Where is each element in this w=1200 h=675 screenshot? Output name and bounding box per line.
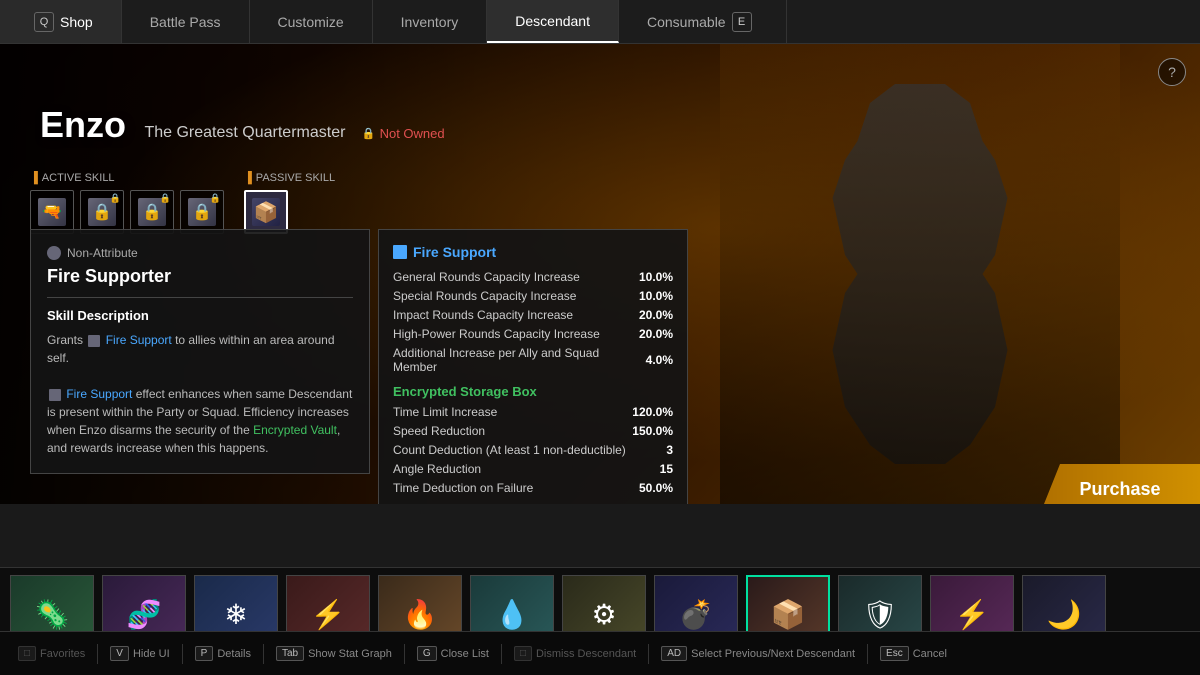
nav-tab-descendant-label: Descendant <box>515 13 590 29</box>
nav-key-q: Q <box>34 12 54 32</box>
skill-description: Grants Fire Support to allies within an … <box>47 331 353 457</box>
passive-skill-label: Passive Skill <box>244 172 335 184</box>
nav-tab-shop-label: Shop <box>60 14 93 30</box>
nav-key-e: E <box>732 12 752 32</box>
fire-support-icon-inline <box>88 335 100 347</box>
nav-tab-descendant[interactable]: Descendant <box>487 0 619 43</box>
status-details: P Details <box>187 646 259 661</box>
top-navigation: Q Shop Battle Pass Customize Inventory D… <box>0 0 1200 44</box>
passive-skill-1[interactable]: 📦 <box>244 190 288 234</box>
stat-panel: Fire Support General Rounds Capacity Inc… <box>378 229 688 504</box>
active-skill-group: Active Skill 🔫 🔒 🔒 🔒 🔒 🔒 🔒 <box>30 172 224 234</box>
status-select-prev-next: AD Select Previous/Next Descendant <box>653 646 863 661</box>
nav-tab-inventory[interactable]: Inventory <box>373 0 488 43</box>
stat-row-4: High-Power Rounds Capacity Increase 20.0… <box>393 327 673 341</box>
help-button[interactable]: ? <box>1158 58 1186 86</box>
status-favorites: □ Favorites <box>10 646 93 661</box>
active-skill-label: Active Skill <box>30 172 224 184</box>
status-cancel: Esc Cancel <box>872 646 955 661</box>
hide-ui-label: Hide UI <box>133 648 170 660</box>
active-skill-4[interactable]: 🔒 🔒 <box>180 190 224 234</box>
nav-tab-inventory-label: Inventory <box>401 14 459 30</box>
close-list-label: Close List <box>441 648 489 660</box>
hero-figure <box>720 44 1120 504</box>
stat-graph-label: Show Stat Graph <box>308 648 392 660</box>
favorites-key: □ <box>18 646 36 661</box>
enc-stat-row-5: Time Deduction on Failure 50.0% <box>393 481 673 495</box>
stat-graph-key: Tab <box>276 646 304 661</box>
dismiss-key: □ <box>514 646 532 661</box>
select-key-ad: AD <box>661 646 687 661</box>
skill-attribute: Non-Attribute <box>47 246 353 260</box>
fire-support-link-1: Fire Support <box>106 333 172 347</box>
nav-tab-customize[interactable]: Customize <box>250 0 373 43</box>
character-silhouette <box>795 84 1045 464</box>
details-label: Details <box>217 648 251 660</box>
active-skill-2[interactable]: 🔒 🔒 <box>80 190 124 234</box>
nav-tab-shop[interactable]: Q Shop <box>0 0 122 43</box>
purchase-label-partial: Purchase <box>1079 479 1160 500</box>
details-key: P <box>195 646 214 661</box>
close-list-key: G <box>417 646 437 661</box>
character-name: Enzo <box>40 104 126 145</box>
nav-tab-battlepass-label: Battle Pass <box>150 14 221 30</box>
fire-support-icon-2 <box>49 389 61 401</box>
attribute-label: Non-Attribute <box>67 246 138 260</box>
enc-stat-row-1: Time Limit Increase 120.0% <box>393 405 673 419</box>
fire-support-icon <box>393 245 407 259</box>
cancel-label: Cancel <box>913 648 947 660</box>
dismiss-label: Dismiss Descendant <box>536 648 636 660</box>
skill-desc-label: Skill Description <box>47 308 353 323</box>
enc-stat-row-2: Speed Reduction 150.0% <box>393 424 673 438</box>
active-skill-icons: 🔫 🔒 🔒 🔒 🔒 🔒 🔒 <box>30 190 224 234</box>
enc-stat-row-4: Angle Reduction 15 <box>393 462 673 476</box>
stat-row-3: Impact Rounds Capacity Increase 20.0% <box>393 308 673 322</box>
select-label: Select Previous/Next Descendant <box>691 648 855 660</box>
fire-support-link-2: Fire Support <box>66 387 132 401</box>
active-skill-3[interactable]: 🔒 🔒 <box>130 190 174 234</box>
stat-row-1: General Rounds Capacity Increase 10.0% <box>393 270 673 284</box>
encrypted-vault-link: Encrypted Vault <box>253 423 337 437</box>
enc-stat-row-3: Count Deduction (At least 1 non-deductib… <box>393 443 673 457</box>
cancel-key: Esc <box>880 646 909 661</box>
character-subtitle: The Greatest Quartermaster <box>144 124 345 141</box>
status-dismiss: □ Dismiss Descendant <box>506 646 644 661</box>
not-owned-badge: Not Owned <box>362 126 445 141</box>
purchase-button-partial[interactable]: Purchase <box>1040 464 1200 504</box>
hide-ui-key: V <box>110 646 129 661</box>
passive-skill-icons: 📦 <box>244 190 335 234</box>
skill-detail-panel: Non-Attribute Fire Supporter Skill Descr… <box>30 229 370 474</box>
encrypted-title: Encrypted Storage Box <box>393 384 673 399</box>
hero-area: ? Enzo The Greatest Quartermaster Not Ow… <box>0 44 1200 504</box>
stat-row-2: Special Rounds Capacity Increase 10.0% <box>393 289 673 303</box>
skills-section: Active Skill 🔫 🔒 🔒 🔒 🔒 🔒 🔒 <box>30 172 335 234</box>
nav-tab-consumable[interactable]: Consumable E <box>619 0 787 43</box>
favorites-label: Favorites <box>40 648 85 660</box>
nav-tab-customize-label: Customize <box>278 14 344 30</box>
fire-support-title: Fire Support <box>393 244 673 260</box>
status-hide-ui: V Hide UI <box>102 646 177 661</box>
header-info: Enzo The Greatest Quartermaster Not Owne… <box>40 104 445 146</box>
skill-name: Fire Supporter <box>47 266 353 298</box>
status-stat-graph: Tab Show Stat Graph <box>268 646 400 661</box>
active-skill-1[interactable]: 🔫 <box>30 190 74 234</box>
nav-tab-battlepass[interactable]: Battle Pass <box>122 0 250 43</box>
status-close-list: G Close List <box>409 646 497 661</box>
nav-tab-consumable-label: Consumable <box>647 14 726 30</box>
passive-skill-group: Passive Skill 📦 <box>244 172 335 234</box>
status-bar: □ Favorites V Hide UI P Details Tab Show… <box>0 631 1200 675</box>
attribute-icon <box>47 246 61 260</box>
stat-row-5: Additional Increase per Ally and Squad M… <box>393 346 673 374</box>
